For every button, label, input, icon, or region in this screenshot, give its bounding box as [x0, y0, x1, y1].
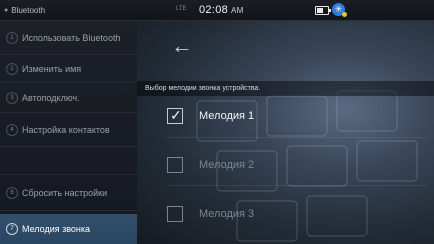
- clock: 02:08 AM: [199, 4, 244, 16]
- battery-icon: [315, 6, 331, 15]
- sidebar-item-label: Использовать Bluetooth: [22, 32, 121, 43]
- sidebar-item-autoconnect[interactable]: 3 Автоподключ.: [0, 83, 137, 113]
- option-label: Мелодия 1: [199, 110, 255, 122]
- option-label: Мелодия 2: [199, 159, 255, 171]
- ringtone-option-3[interactable]: Мелодия 3: [167, 206, 254, 222]
- option-label: Мелодия 3: [199, 208, 255, 220]
- divider: [167, 185, 427, 186]
- status-app-label: Bluetooth: [11, 6, 46, 15]
- item-number-icon: 4: [6, 123, 18, 136]
- checkbox[interactable]: ✓: [167, 107, 183, 124]
- item-number-icon: 7: [6, 223, 18, 235]
- clock-time: 02:08: [199, 4, 229, 16]
- sidebar-item-label: Мелодия звонка: [22, 224, 91, 234]
- sidebar-item-reset[interactable]: 6 Сбросить настройки: [0, 175, 137, 211]
- divider: [167, 137, 427, 138]
- sidebar-item-label: Автоподключ.: [22, 92, 80, 103]
- checkmark-icon: ✓: [170, 107, 182, 123]
- item-number-icon: 1: [6, 31, 18, 44]
- checkbox[interactable]: [167, 157, 183, 173]
- bluetooth-icon: ✳: [332, 3, 347, 17]
- sidebar: 1 Использовать Bluetooth 2 Изменить имя …: [0, 21, 137, 244]
- status-app: ● Bluetooth: [4, 6, 45, 15]
- item-number-icon: 3: [6, 91, 18, 104]
- clock-ampm: AM: [231, 6, 244, 15]
- sidebar-item-rename[interactable]: 2 Изменить имя: [0, 55, 137, 83]
- sidebar-item-label: Настройка контактов: [22, 124, 110, 135]
- main-panel: ← Выбор мелодии звонка устройства. ✓ Мел…: [137, 21, 434, 244]
- sidebar-item-label: Изменить имя: [22, 63, 82, 74]
- item-number-icon: 2: [6, 62, 18, 75]
- checkbox[interactable]: [167, 206, 183, 222]
- subtitle: Выбор мелодии звонка устройства.: [137, 81, 434, 96]
- status-bar: ● Bluetooth LTE 02:08 AM ✳: [0, 0, 434, 21]
- back-arrow-icon[interactable]: ←: [171, 35, 193, 57]
- sidebar-item-empty[interactable]: [0, 147, 137, 175]
- sidebar-item-use-bluetooth[interactable]: 1 Использовать Bluetooth: [0, 21, 137, 55]
- sidebar-item-label: Сбросить настройки: [22, 187, 108, 198]
- item-number-icon: 6: [6, 186, 18, 199]
- signal-indicator: LTE: [176, 6, 187, 12]
- bluetooth-status-dot: [342, 12, 347, 17]
- sidebar-item-contacts[interactable]: 4 Настройка контактов: [0, 113, 137, 147]
- ringtone-option-2[interactable]: Мелодия 2: [167, 157, 254, 173]
- ringtone-option-1[interactable]: ✓ Мелодия 1: [167, 107, 254, 124]
- bluetooth-small-icon: ●: [4, 7, 9, 14]
- sidebar-item-ringtone[interactable]: 7 Мелодия звонка: [0, 214, 137, 244]
